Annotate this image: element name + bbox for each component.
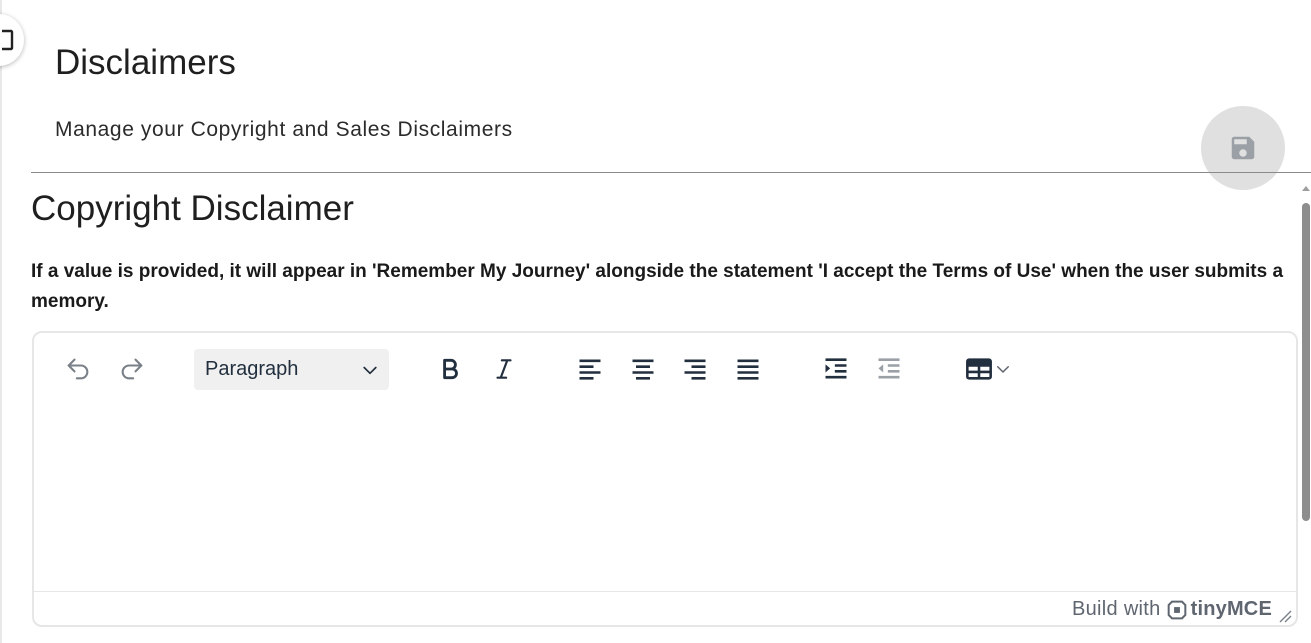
header-divider bbox=[31, 172, 1311, 173]
block-format-label: Paragraph bbox=[205, 358, 299, 380]
indent-button[interactable] bbox=[818, 351, 854, 387]
block-format-dropdown[interactable]: Paragraph bbox=[194, 349, 389, 390]
italic-icon bbox=[496, 359, 512, 379]
page-title: Disclaimers bbox=[55, 43, 236, 82]
redo-button[interactable] bbox=[114, 351, 150, 387]
italic-button[interactable] bbox=[486, 351, 522, 387]
align-left-button[interactable] bbox=[572, 351, 608, 387]
redo-icon bbox=[121, 358, 143, 380]
save-button[interactable] bbox=[1201, 106, 1285, 190]
align-justify-icon bbox=[737, 359, 759, 380]
section-description: If a value is provided, it will appear i… bbox=[31, 261, 1284, 312]
branding-prefix: Build with bbox=[1071, 598, 1161, 620]
bold-icon bbox=[443, 358, 458, 380]
chevron-down-icon bbox=[363, 366, 377, 375]
scrollbar-thumb[interactable] bbox=[1302, 203, 1310, 521]
table-button[interactable] bbox=[958, 351, 1018, 387]
undo-button[interactable] bbox=[60, 351, 96, 387]
sidebar-icon bbox=[2, 29, 14, 51]
resize-handle-icon[interactable] bbox=[1278, 609, 1292, 623]
sidebar-toggle-button[interactable] bbox=[0, 14, 24, 66]
tinymce-branding-link[interactable]: Build with tinyMCE bbox=[1072, 598, 1272, 621]
align-center-icon bbox=[632, 359, 654, 380]
chevron-down-icon bbox=[997, 366, 1009, 373]
tinymce-logo-icon bbox=[1167, 600, 1186, 619]
page-subtitle: Manage your Copyright and Sales Disclaim… bbox=[55, 118, 513, 141]
indent-icon bbox=[825, 358, 847, 379]
align-center-button[interactable] bbox=[625, 351, 661, 387]
bold-button[interactable] bbox=[432, 351, 468, 387]
align-right-button[interactable] bbox=[677, 351, 713, 387]
scrollbar-up-arrow[interactable] bbox=[1302, 186, 1310, 191]
outdent-button[interactable] bbox=[871, 351, 907, 387]
editor-content-area[interactable] bbox=[34, 406, 1296, 591]
align-left-icon bbox=[579, 359, 601, 380]
undo-icon bbox=[67, 358, 89, 380]
editor-statusbar: Build with tinyMCE bbox=[34, 591, 1296, 625]
floppy-disk-icon bbox=[1231, 136, 1255, 160]
align-right-icon bbox=[684, 359, 706, 380]
table-icon bbox=[966, 358, 992, 380]
section-title: Copyright Disclaimer bbox=[31, 189, 354, 228]
align-justify-button[interactable] bbox=[730, 351, 766, 387]
outdent-icon bbox=[878, 358, 900, 379]
rich-text-editor: Paragraph Build with tinyMCE bbox=[32, 331, 1298, 627]
left-border bbox=[0, 0, 2, 643]
editor-toolbar: Paragraph bbox=[34, 333, 1296, 406]
branding-name: tinyMCE bbox=[1190, 598, 1272, 620]
page: Disclaimers Manage your Copyright and Sa… bbox=[0, 0, 1311, 643]
